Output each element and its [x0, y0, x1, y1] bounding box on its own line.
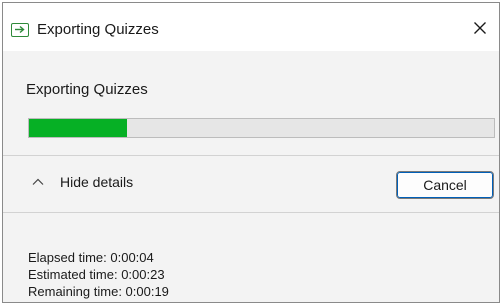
cancel-button[interactable]: Cancel — [396, 171, 494, 199]
details-bar: Hide details Cancel — [3, 156, 499, 212]
close-button[interactable] — [461, 9, 499, 47]
progress-heading: Exporting Quizzes — [26, 81, 148, 98]
close-icon — [474, 22, 486, 34]
elapsed-time: Elapsed time: 0:00:04 — [28, 250, 154, 265]
window-title: Exporting Quizzes — [37, 21, 159, 38]
export-arrow-icon — [11, 23, 29, 37]
title-bar: Exporting Quizzes — [3, 3, 499, 51]
estimated-time: Estimated time: 0:00:23 — [28, 267, 165, 282]
export-dialog: Exporting Quizzes Exporting Quizzes Hide… — [2, 2, 500, 303]
chevron-up-icon — [32, 178, 44, 185]
details-panel: Elapsed time: 0:00:04 Estimated time: 0:… — [3, 213, 499, 302]
hide-details-toggle[interactable]: Hide details — [31, 174, 133, 190]
hide-details-label: Hide details — [60, 174, 134, 190]
progress-fill — [29, 119, 127, 137]
progress-bar — [28, 118, 495, 138]
progress-section: Exporting Quizzes — [3, 51, 499, 155]
remaining-time: Remaining time: 0:00:19 — [28, 284, 169, 299]
